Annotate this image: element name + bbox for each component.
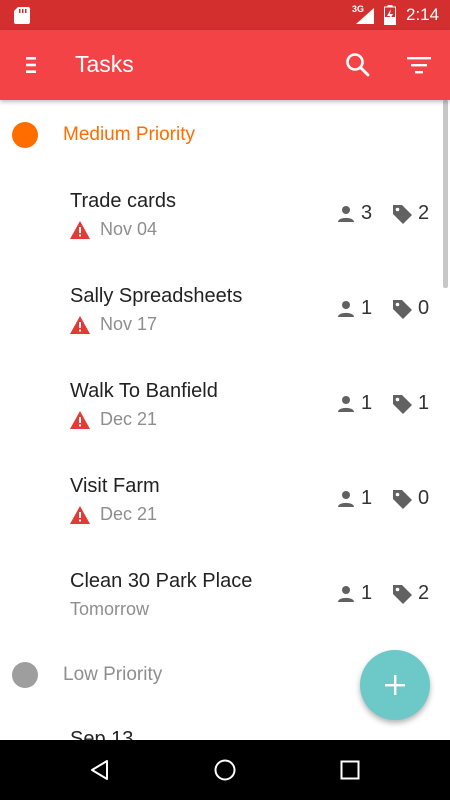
task-name: Sally Spreadsheets: [70, 285, 243, 307]
plus-icon: [385, 675, 405, 695]
people-count: 1: [361, 392, 373, 414]
recents-icon[interactable]: [338, 758, 362, 782]
page-title: Tasks: [75, 51, 134, 77]
tag-count: 0: [418, 487, 430, 509]
tag-icon: [393, 205, 412, 224]
scrollbar[interactable]: [443, 100, 448, 288]
person-icon: [338, 491, 354, 507]
app-bar: Tasks: [0, 30, 450, 100]
people-count: 1: [361, 582, 373, 604]
task-row[interactable]: Walk To Banfield Dec 21 1 1: [0, 370, 440, 465]
task-name: Walk To Banfield: [70, 380, 218, 402]
section-label: Medium Priority: [63, 124, 195, 145]
back-icon[interactable]: [88, 758, 112, 782]
task-row[interactable]: Sally Spreadsheets Nov 17 1 0: [0, 275, 440, 370]
warning-icon: [70, 221, 90, 239]
person-icon: [338, 586, 354, 602]
status-bar: 3G 2:14: [0, 0, 450, 30]
tag-count: 0: [418, 297, 430, 319]
tag-count: 2: [418, 202, 430, 224]
tag-count: 2: [418, 582, 430, 604]
priority-dot: [12, 122, 38, 148]
task-row[interactable]: Visit Farm Dec 21 1 0: [0, 465, 440, 560]
person-icon: [338, 301, 354, 317]
task-list[interactable]: Medium Priority Trade cards Nov 04 3 2 S…: [0, 100, 450, 740]
warning-icon: [70, 411, 90, 429]
task-name: Visit Farm: [70, 475, 160, 497]
add-task-button[interactable]: [360, 650, 430, 720]
due-date: Tomorrow: [70, 599, 150, 619]
person-icon: [338, 396, 354, 412]
navigation-bar: [0, 740, 450, 800]
tag-icon: [393, 395, 412, 414]
task-name: Clean 30 Park Place: [70, 570, 253, 592]
sd-card-icon: [14, 7, 30, 24]
signal-icon: [356, 8, 374, 24]
sort-icon[interactable]: [406, 55, 432, 75]
warning-icon: [70, 506, 90, 524]
warning-icon: [70, 316, 90, 334]
tag-icon: [393, 300, 412, 319]
due-date: Nov 17: [100, 314, 158, 334]
people-count: 3: [361, 202, 373, 224]
due-date: Dec 21: [100, 409, 158, 429]
partial-list-item[interactable]: Sep 13: [70, 728, 133, 740]
task-row[interactable]: Clean 30 Park Place Tomorrow 1 2: [0, 560, 440, 655]
section-label: Low Priority: [63, 664, 163, 685]
tag-count: 1: [418, 392, 430, 414]
home-icon[interactable]: [213, 758, 237, 782]
priority-dot: [12, 662, 38, 688]
menu-icon[interactable]: [22, 56, 38, 74]
tag-icon: [393, 585, 412, 604]
task-name: Trade cards: [70, 190, 176, 212]
task-row[interactable]: Trade cards Nov 04 3 2: [0, 180, 440, 275]
battery-charging-icon: [384, 5, 396, 25]
due-date: Nov 04: [100, 219, 158, 239]
status-time: 2:14: [406, 5, 440, 24]
section-header-medium-priority: Medium Priority: [0, 115, 440, 155]
search-icon[interactable]: [345, 52, 371, 78]
person-icon: [338, 206, 354, 222]
due-date: Dec 21: [100, 504, 158, 524]
tag-icon: [393, 490, 412, 509]
people-count: 1: [361, 487, 373, 509]
people-count: 1: [361, 297, 373, 319]
